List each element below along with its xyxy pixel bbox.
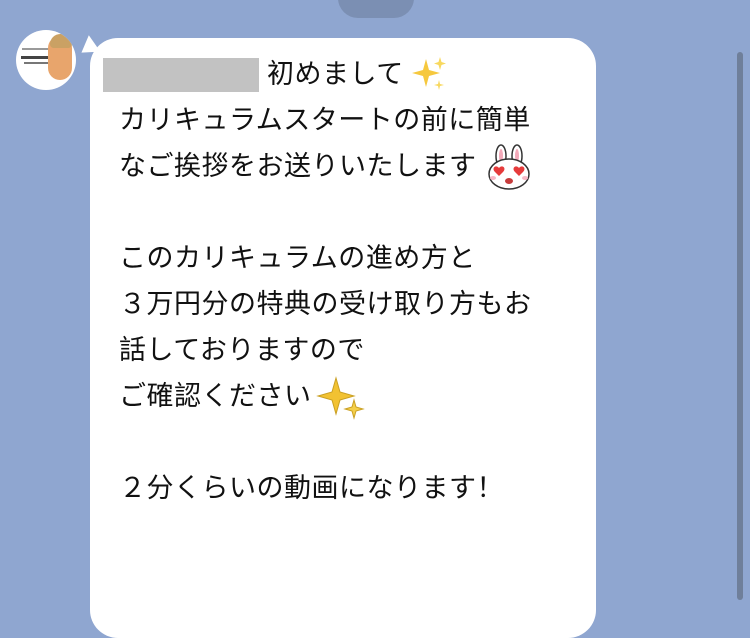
message-line: このカリキュラムの進め方と — [119, 236, 584, 282]
bunny-heart-eyes-icon — [487, 144, 530, 190]
avatar-hair — [50, 34, 72, 48]
message-line: ３万円分の特典の受け取り方もお — [119, 282, 584, 328]
message-line: ２分くらいの動画になります！ — [119, 466, 584, 512]
avatar-text-line — [22, 48, 50, 50]
message-line: カリキュラムスタートの前に簡単 — [119, 98, 584, 144]
message-line-text: なご挨拶をお送りいたします — [119, 151, 477, 182]
message-line: 話しておりますので — [119, 328, 584, 374]
message-line: ご確認ください — [119, 374, 584, 420]
message-line: 初めまして — [103, 52, 584, 98]
message-line-text: ２分くらいの動画になります！ — [119, 473, 504, 504]
message-line: なご挨拶をお送りいたします — [119, 144, 584, 190]
message-line-text: カリキュラムスタートの前に簡単 — [119, 105, 531, 136]
top-pull-tab[interactable] — [338, 0, 414, 18]
scrollbar[interactable] — [737, 52, 743, 600]
message-line-text: ３万円分の特典の受け取り方もお — [119, 289, 532, 320]
message-line-text: ご確認ください — [119, 381, 312, 412]
message-line-text: 話しておりますので — [119, 335, 365, 366]
message-text: 初めまして カリキュラムスタートの前に簡単 なご挨拶をお送りいたします このカリ… — [103, 52, 584, 512]
sparkles-icon — [315, 376, 365, 420]
sparkles-icon — [411, 57, 446, 90]
redacted-name — [103, 58, 259, 92]
greeting-text: 初めまして — [267, 59, 404, 90]
message-line-text: このカリキュラムの進め方と — [119, 243, 476, 274]
sender-avatar[interactable] — [16, 30, 76, 90]
